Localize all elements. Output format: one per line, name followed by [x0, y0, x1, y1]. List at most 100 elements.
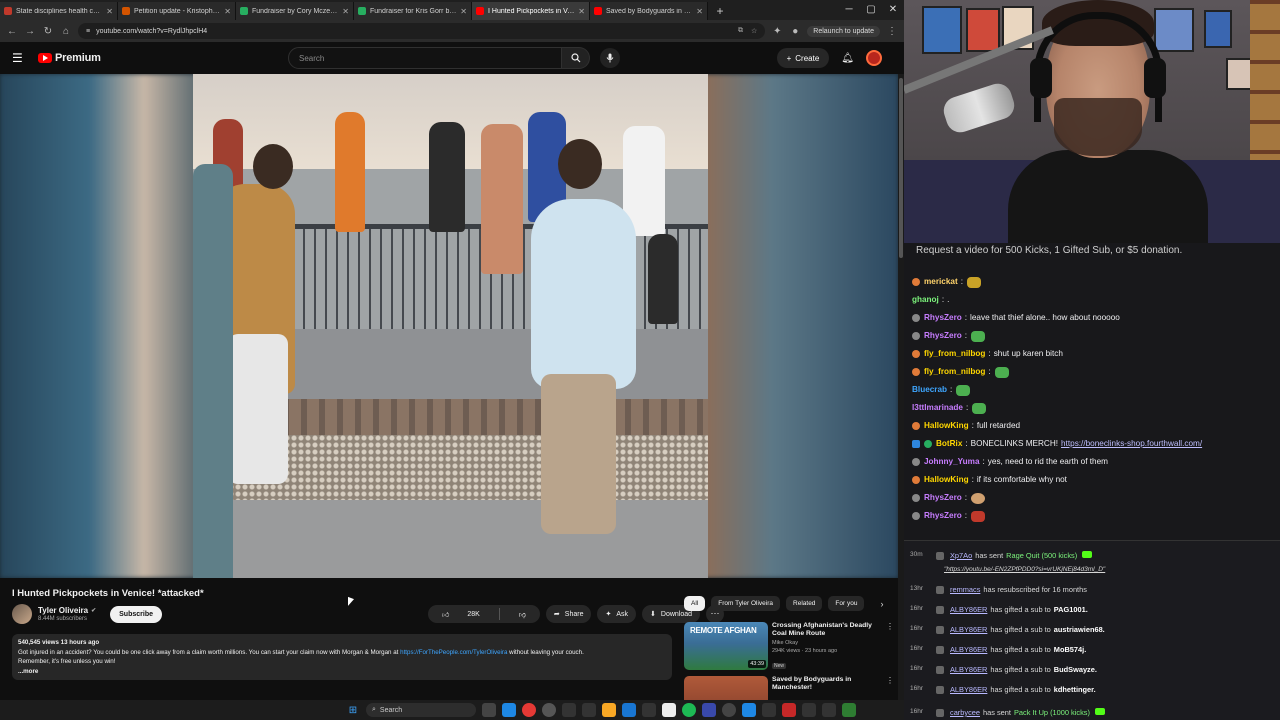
close-tab-icon[interactable]: ✕ — [342, 7, 349, 16]
event-user[interactable]: ALBY86ER — [950, 605, 987, 614]
browser-tab[interactable]: Fundraiser by Cory Mczenna... ✕ — [236, 2, 354, 20]
event-user[interactable]: ALBY86ER — [950, 685, 987, 694]
event-user[interactable]: carbycee — [950, 708, 980, 717]
home-icon[interactable]: ⌂ — [60, 26, 72, 37]
show-more-link[interactable]: ...more — [18, 667, 666, 677]
app-icon[interactable] — [842, 703, 856, 717]
app-icon[interactable] — [822, 703, 836, 717]
menu-hamburger-icon[interactable]: ☰ — [12, 51, 26, 65]
app-icon[interactable] — [542, 703, 556, 717]
account-avatar[interactable] — [866, 50, 882, 66]
chip-all[interactable]: All — [684, 596, 706, 611]
app-icon[interactable] — [762, 703, 776, 717]
subscribe-button[interactable]: Subscribe — [110, 605, 162, 623]
app-icon[interactable] — [562, 703, 576, 717]
close-tab-icon[interactable]: ✕ — [460, 7, 467, 16]
browser-tab[interactable]: Petition update - Kristopher's ...✕ — [118, 2, 236, 20]
file-explorer-icon[interactable] — [602, 703, 616, 717]
ask-button[interactable]: ✦ Ask — [597, 605, 637, 623]
browser-tab[interactable]: State disciplines health care pr...✕ — [0, 2, 118, 20]
chat-username[interactable]: ghanoj — [912, 291, 939, 309]
app-icon[interactable] — [722, 703, 736, 717]
chip-for-you[interactable]: For you — [828, 596, 865, 611]
description-box[interactable]: 540,545 views 13 hours ago Got injured i… — [12, 634, 672, 680]
close-tab-icon[interactable]: ✕ — [696, 7, 703, 16]
create-button[interactable]: + Create — [776, 48, 830, 68]
channel-name[interactable]: Tyler Oliveira — [38, 606, 88, 615]
bookmark-star-icon[interactable]: ☆ — [751, 27, 757, 35]
event-user[interactable]: ALBY86ER — [950, 665, 987, 674]
search-input[interactable] — [288, 47, 562, 69]
relaunch-button[interactable]: Relaunch to update — [807, 25, 880, 37]
chat-username[interactable]: BotRix — [936, 435, 962, 453]
event-user[interactable]: remmacs — [950, 585, 980, 594]
windows-start-icon[interactable]: ⊞ — [346, 703, 360, 717]
close-tab-icon[interactable]: ✕ — [224, 7, 231, 16]
chat-username[interactable]: RhysZero — [924, 489, 962, 507]
recommended-video[interactable]: Saved by Bodyguards in Manchester! ⋮ — [684, 676, 896, 700]
app-icon[interactable] — [782, 703, 796, 717]
chrome-icon[interactable] — [522, 703, 536, 717]
app-icon[interactable] — [742, 703, 756, 717]
profile-icon[interactable]: ● — [789, 26, 801, 37]
menu-kebab-icon[interactable]: ⋮ — [886, 26, 898, 37]
task-view-icon[interactable] — [482, 703, 496, 717]
recommended-channel[interactable]: Mike Okay — [772, 640, 886, 646]
chat-username[interactable]: RhysZero — [924, 507, 962, 525]
recommended-video[interactable]: REMOTE AFGHAN 43:39 Crossing Afghanistan… — [684, 622, 896, 672]
forward-icon[interactable]: → — [24, 26, 36, 37]
browser-tab[interactable]: Fundraiser for Kris Gorr by Ke...✕ — [354, 2, 472, 20]
chat-username[interactable]: HallowKing — [924, 471, 969, 489]
chat-username[interactable]: fly_from_nilbog — [924, 345, 985, 363]
close-tab-icon[interactable]: ✕ — [578, 7, 585, 16]
app-icon[interactable] — [582, 703, 596, 717]
maximize-icon[interactable]: ▢ — [860, 0, 882, 20]
chat-username[interactable]: Bluecrab — [912, 381, 947, 399]
site-info-icon[interactable]: ≡ — [86, 28, 90, 35]
extensions-icon[interactable]: ✦ — [771, 26, 783, 37]
close-window-icon[interactable]: ✕ — [882, 0, 904, 20]
share-button[interactable]: ➦ Share — [545, 605, 592, 623]
sponsor-link[interactable]: https://ForThePeople.com/TylerOliveira — [400, 649, 507, 656]
close-tab-icon[interactable]: ✕ — [106, 7, 113, 16]
scrollbar-thumb[interactable] — [899, 78, 903, 258]
video-thumbnail[interactable]: REMOTE AFGHAN 43:39 — [684, 622, 768, 670]
app-icon[interactable] — [642, 703, 656, 717]
channel-avatar[interactable] — [12, 604, 32, 624]
search-button[interactable] — [562, 47, 590, 69]
url-field[interactable]: ≡ youtube.com/watch?v=RydlJhpclH4 ⧉ ☆ — [78, 23, 766, 39]
chat-username[interactable]: RhysZero — [924, 309, 962, 327]
browser-tab[interactable]: Saved by Bodyguards in Manc...✕ — [590, 2, 708, 20]
app-icon[interactable] — [662, 703, 676, 717]
channel-name-row[interactable]: Tyler Oliveira ✔ — [38, 606, 96, 615]
taskbar-search[interactable]: ⌕ Search — [366, 703, 476, 717]
spotify-icon[interactable] — [682, 703, 696, 717]
event-user[interactable]: ALBY86ER — [950, 625, 987, 634]
app-icon[interactable] — [622, 703, 636, 717]
chip-related[interactable]: Related — [786, 596, 823, 611]
recommended-title[interactable]: Crossing Afghanistan's Deadly Coal Mine … — [772, 622, 886, 638]
voice-search-button[interactable] — [600, 48, 620, 68]
app-icon[interactable] — [502, 703, 516, 717]
event-user[interactable]: Xp7Ao — [950, 551, 972, 560]
new-tab-button[interactable]: + — [712, 4, 728, 20]
feed-video-link[interactable]: "https://youtu.be/-EN2ZPfPDD0?si=vrUKjNE… — [944, 566, 1105, 573]
chevron-right-icon[interactable]: › — [880, 599, 883, 609]
chat-username[interactable]: l3ttlmarinade — [912, 399, 963, 417]
like-button[interactable]: 👍︎ 28K — [428, 605, 494, 623]
app-icon[interactable] — [802, 703, 816, 717]
install-icon[interactable]: ⧉ — [738, 27, 743, 35]
event-user[interactable]: ALBY86ER — [950, 645, 987, 654]
video-menu-kebab-icon[interactable]: ⋮ — [886, 676, 896, 700]
reload-icon[interactable]: ↻ — [42, 26, 54, 37]
browser-tab-active[interactable]: I Hunted Pickpockets in Ve... ✕ — [472, 2, 590, 20]
back-icon[interactable]: ← — [6, 26, 18, 37]
minimize-icon[interactable]: ─ — [838, 0, 860, 20]
video-thumbnail[interactable] — [684, 676, 768, 700]
chip-from-channel[interactable]: From Tyler Oliveira — [711, 596, 781, 611]
youtube-logo[interactable]: Premium — [38, 52, 101, 64]
chat-username[interactable]: Johnny_Yuma — [924, 453, 980, 471]
chat-username[interactable]: merickat — [924, 273, 958, 291]
video-menu-kebab-icon[interactable]: ⋮ — [886, 622, 896, 672]
dislike-button[interactable]: 👎︎ — [505, 605, 540, 623]
